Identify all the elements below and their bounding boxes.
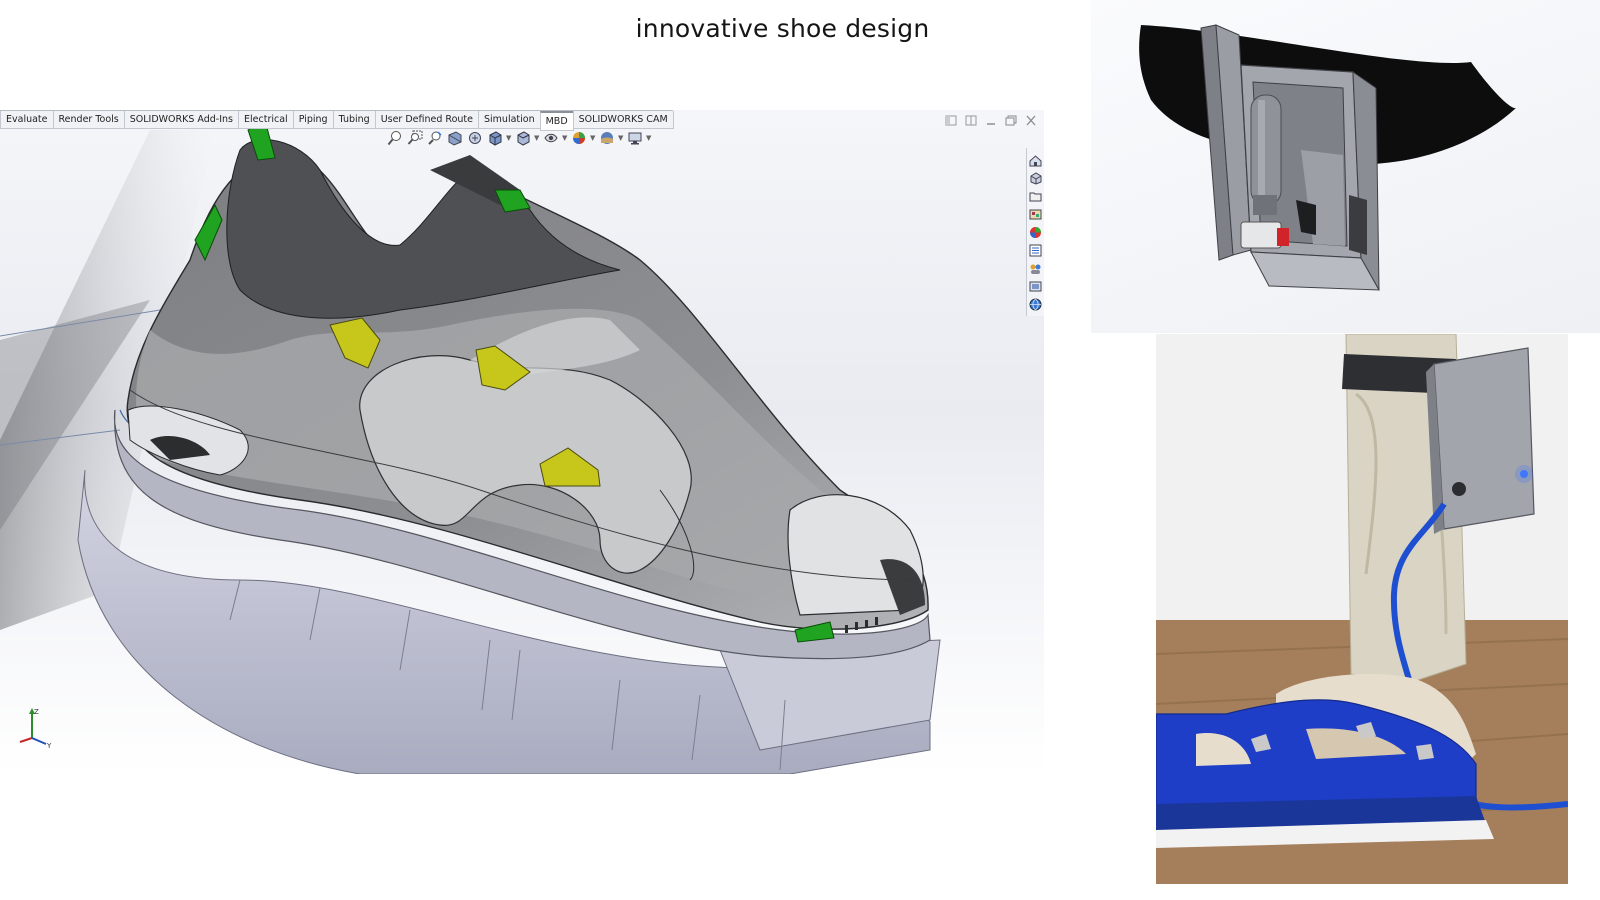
tab-solidworks-cam[interactable]: SOLIDWORKS CAM <box>572 111 674 129</box>
previous-view-icon[interactable] <box>426 130 444 146</box>
tab-simulation[interactable]: Simulation <box>478 111 541 129</box>
section-view-icon[interactable] <box>446 130 464 146</box>
view-settings-icon[interactable] <box>626 130 644 146</box>
heads-up-view-toolbar: ▼ ▼ ▼ ▼ ▼ ▼ <box>386 130 652 146</box>
home-icon[interactable] <box>1029 152 1043 168</box>
chevron-down-icon[interactable]: ▼ <box>646 130 652 146</box>
zoom-to-area-icon[interactable] <box>406 130 424 146</box>
cad-window: Evaluate Render Tools SOLIDWORKS Add-Ins… <box>0 110 1044 774</box>
tab-mbd[interactable]: MBD <box>539 111 574 131</box>
file-explorer-icon[interactable] <box>1029 188 1043 204</box>
tab-render-tools[interactable]: Render Tools <box>52 111 125 129</box>
view-orientation-icon[interactable] <box>486 130 504 146</box>
tab-electrical[interactable]: Electrical <box>238 111 294 129</box>
appearances-icon[interactable] <box>1029 224 1043 240</box>
tab-evaluate[interactable]: Evaluate <box>0 111 54 129</box>
prototype-photo <box>1156 334 1568 884</box>
community-icon[interactable] <box>1029 296 1043 312</box>
dynamic-annotation-icon[interactable] <box>466 130 484 146</box>
resources-icon[interactable] <box>1029 278 1043 294</box>
enclosure-render-image <box>1091 0 1600 333</box>
solidworks-forum-icon[interactable] <box>1029 260 1043 276</box>
maximize-icon[interactable] <box>1005 115 1018 127</box>
hide-show-icon[interactable] <box>542 130 560 146</box>
svg-text:Z: Z <box>34 708 39 716</box>
view-palette-icon[interactable] <box>1029 206 1043 222</box>
display-style-icon[interactable] <box>514 130 532 146</box>
chevron-down-icon[interactable]: ▼ <box>534 130 540 146</box>
chevron-down-icon[interactable]: ▼ <box>618 130 624 146</box>
restore-panel-icon[interactable] <box>945 115 958 127</box>
chevron-down-icon[interactable]: ▼ <box>590 130 596 146</box>
split-panel-icon[interactable] <box>965 115 978 127</box>
apply-scene-icon[interactable] <box>598 130 616 146</box>
svg-text:Y: Y <box>46 742 52 750</box>
window-controls <box>945 115 1038 127</box>
tab-solidworks-add-ins[interactable]: SOLIDWORKS Add-Ins <box>123 111 240 129</box>
close-icon[interactable] <box>1025 115 1038 127</box>
task-pane <box>1026 148 1044 316</box>
cad-viewport-shoe-model[interactable] <box>0 110 1044 774</box>
coordinate-triad-icon: Z Y <box>19 708 52 750</box>
tab-piping[interactable]: Piping <box>292 111 334 129</box>
page-title: innovative shoe design <box>635 14 930 43</box>
tab-user-defined-route[interactable]: User Defined Route <box>374 111 479 129</box>
zoom-to-fit-icon[interactable] <box>386 130 404 146</box>
chevron-down-icon[interactable]: ▼ <box>562 130 568 146</box>
chevron-down-icon[interactable]: ▼ <box>506 130 512 146</box>
minimize-icon[interactable] <box>985 115 998 127</box>
edit-appearance-icon[interactable] <box>570 130 588 146</box>
design-library-icon[interactable] <box>1029 170 1043 186</box>
custom-properties-icon[interactable] <box>1029 242 1043 258</box>
command-manager-tabs: Evaluate Render Tools SOLIDWORKS Add-Ins… <box>0 110 674 131</box>
tab-tubing[interactable]: Tubing <box>332 111 376 129</box>
